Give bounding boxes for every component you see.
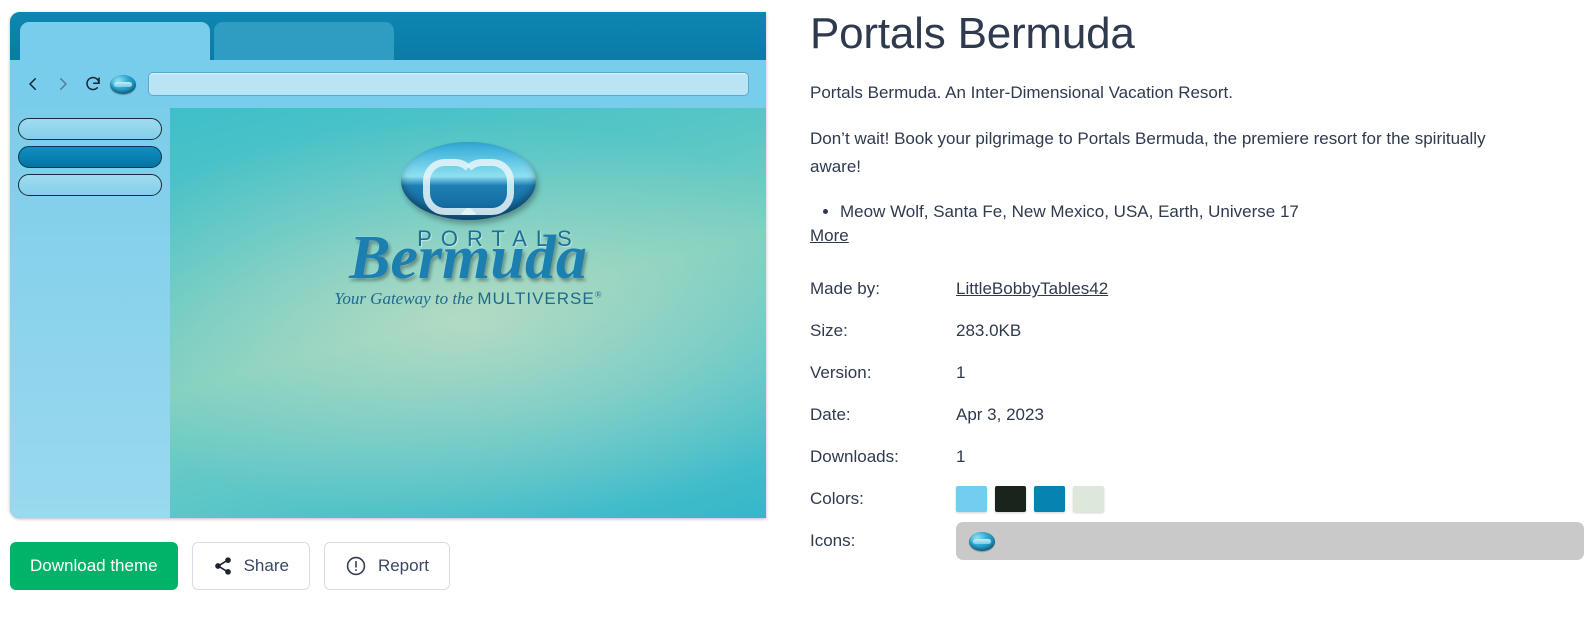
artwork-tagline-mark: ® <box>594 289 602 300</box>
made-by-label: Made by: <box>810 279 880 299</box>
mock-browser-body: PORTALS Bermuda Your Gateway to the MULT… <box>10 108 766 518</box>
table-row-date: Date: Apr 3, 2023 <box>810 394 1596 436</box>
description-paragraph-1: Portals Bermuda. An Inter-Dimensional Va… <box>810 82 1233 102</box>
exclamation-circle-icon <box>345 555 367 577</box>
theme-detail-page: PORTALS Bermuda Your Gateway to the MULT… <box>0 0 1596 618</box>
table-row-made-by: Made by: LittleBobbyTables42 <box>810 268 1596 310</box>
color-swatch-2 <box>995 486 1026 513</box>
back-button[interactable] <box>18 69 48 99</box>
artwork-tagline-caps: MULTIVERSE <box>477 289 595 309</box>
colors-value-cell <box>956 478 1596 520</box>
mock-url-input[interactable] <box>148 72 749 96</box>
icons-label: Icons: <box>810 531 856 551</box>
date-label: Date: <box>810 405 851 425</box>
icons-preview-bar <box>956 522 1584 561</box>
theme-details-column: Portals Bermuda Portals Bermuda. An Inte… <box>810 0 1596 618</box>
date-value: Apr 3, 2023 <box>956 405 1044 425</box>
color-swatch-1 <box>956 486 987 513</box>
action-button-row: Download theme Share Report <box>10 542 450 590</box>
color-swatch-4 <box>1073 486 1104 513</box>
download-theme-label: Download theme <box>30 556 158 575</box>
size-value: 283.0KB <box>956 321 1022 341</box>
sidebar-pill-2[interactable] <box>18 146 162 168</box>
mock-browser-toolbar <box>10 60 766 108</box>
location-list: Meow Wolf, Santa Fe, New Mexico, USA, Ea… <box>810 199 1596 225</box>
table-row-size: Size: 283.0KB <box>810 310 1596 352</box>
mock-tab-active[interactable] <box>20 22 210 60</box>
author-link[interactable]: LittleBobbyTables42 <box>956 279 1108 298</box>
mock-tab-inactive[interactable] <box>214 22 394 60</box>
colors-label: Colors: <box>810 489 864 509</box>
list-item: Meow Wolf, Santa Fe, New Mexico, USA, Ea… <box>840 199 1596 225</box>
table-row-colors: Colors: <box>810 478 1596 520</box>
artwork-script-word: Bermuda <box>349 224 587 292</box>
color-swatch-3 <box>1034 486 1065 513</box>
download-theme-button[interactable]: Download theme <box>10 542 178 590</box>
artwork-tagline-script: Your Gateway to the <box>334 289 478 309</box>
mock-sidebar <box>10 108 170 518</box>
version-label: Version: <box>810 363 872 383</box>
share-label: Share <box>243 556 289 575</box>
sidebar-pill-1[interactable] <box>18 118 162 140</box>
theme-metadata-table: Made by: LittleBobbyTables42 Size: 283.0… <box>810 268 1596 562</box>
description-paragraph-2: Don’t wait! Book your pilgrimage to Port… <box>810 128 1486 176</box>
icons-value-cell <box>956 520 1596 562</box>
forward-button[interactable] <box>48 69 78 99</box>
table-row-icons: Icons: <box>810 520 1596 562</box>
portals-bermuda-monogram-icon <box>400 142 536 220</box>
made-by-value-cell: LittleBobbyTables42 <box>956 268 1596 310</box>
share-button[interactable]: Share <box>191 542 310 590</box>
downloads-label: Downloads: <box>810 447 899 467</box>
version-value: 1 <box>956 363 966 383</box>
theme-artwork: PORTALS Bermuda Your Gateway to the MULT… <box>170 142 766 309</box>
theme-preview-card: PORTALS Bermuda Your Gateway to the MULT… <box>10 12 766 518</box>
share-icon <box>213 556 233 576</box>
theme-preview-column: PORTALS Bermuda Your Gateway to the MULT… <box>0 0 790 618</box>
table-row-downloads: Downloads: 1 <box>810 436 1596 478</box>
more-link[interactable]: More <box>810 226 849 246</box>
mock-browser-tabstrip <box>10 12 766 60</box>
portals-bermuda-favicon-icon <box>969 531 995 551</box>
downloads-value: 1 <box>956 447 966 467</box>
portals-bermuda-favicon-icon <box>110 74 136 94</box>
color-swatch-list <box>956 486 1596 513</box>
mock-content-area: PORTALS Bermuda Your Gateway to the MULT… <box>170 108 766 518</box>
page-title: Portals Bermuda <box>810 9 1135 58</box>
report-label: Report <box>377 556 429 575</box>
size-label: Size: <box>810 321 848 341</box>
artwork-tagline: Your Gateway to the MULTIVERSE® <box>170 289 766 309</box>
report-button[interactable]: Report <box>323 542 450 590</box>
reload-button[interactable] <box>78 69 108 99</box>
table-row-version: Version: 1 <box>810 352 1596 394</box>
sidebar-pill-3[interactable] <box>18 174 162 196</box>
